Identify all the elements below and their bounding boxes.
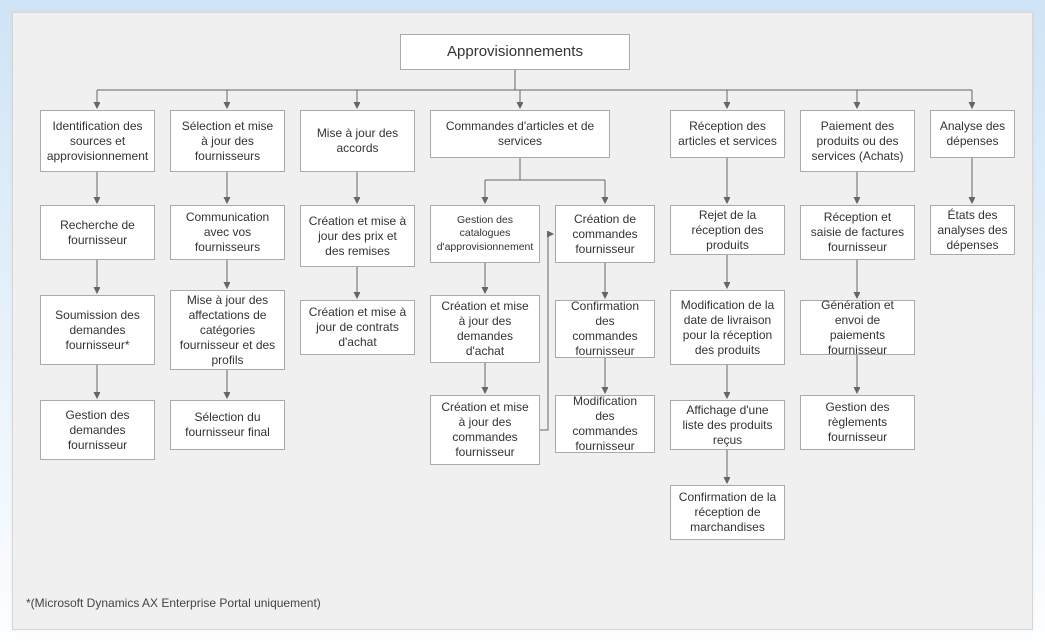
footnote: *(Microsoft Dynamics AX Enterprise Porta… (26, 596, 321, 610)
node-c5-3: Confirmation de la réception de marchand… (670, 485, 785, 540)
node-c5-0: Rejet de la réception des produits (670, 205, 785, 255)
node-c2-0: Communication avec vos fournisseurs (170, 205, 285, 260)
node-c4-head: Commandes d'articles et de services (430, 110, 610, 158)
node-c3-1: Création et mise à jour de contrats d'ac… (300, 300, 415, 355)
node-c6-head: Paiement des produits ou des services (A… (800, 110, 915, 172)
node-c7-head: Analyse des dépenses (930, 110, 1015, 158)
node-c4-l2: Création et mise à jour des commandes fo… (430, 395, 540, 465)
node-c3-head: Mise à jour des accords (300, 110, 415, 172)
node-c6-2: Gestion des règlements fournisseur (800, 395, 915, 450)
node-c5-1: Modification de la date de livraison pou… (670, 290, 785, 365)
node-c5-2: Affichage d'une liste des produits reçus (670, 400, 785, 450)
node-c1-head: Identification des sources et approvisio… (40, 110, 155, 172)
node-c7-0: États des analyses des dépenses (930, 205, 1015, 255)
node-c6-1: Génération et envoi de paiements fournis… (800, 300, 915, 355)
node-c2-head: Sélection et mise à jour des fournisseur… (170, 110, 285, 172)
node-c4-r1: Confirmation des commandes fournisseur (555, 300, 655, 358)
node-root: Approvisionnements (400, 34, 630, 70)
node-c1-2: Gestion des demandes fournisseur (40, 400, 155, 460)
node-c4-l1: Création et mise à jour des demandes d'a… (430, 295, 540, 363)
node-c5-head: Réception des articles et services (670, 110, 785, 158)
node-c1-0: Recherche de fournisseur (40, 205, 155, 260)
node-c4-r0: Création de commandes fournisseur (555, 205, 655, 263)
node-c2-1: Mise à jour des affectations de catégori… (170, 290, 285, 370)
node-c1-1: Soumission des demandes fournisseur* (40, 295, 155, 365)
node-c4-r2: Modification des commandes fournisseur (555, 395, 655, 453)
node-c4-l0: Gestion des catalogues d'approvisionneme… (430, 205, 540, 263)
node-c2-2: Sélection du fournisseur final (170, 400, 285, 450)
node-c3-0: Création et mise à jour des prix et des … (300, 205, 415, 267)
node-c6-0: Réception et saisie de factures fourniss… (800, 205, 915, 260)
